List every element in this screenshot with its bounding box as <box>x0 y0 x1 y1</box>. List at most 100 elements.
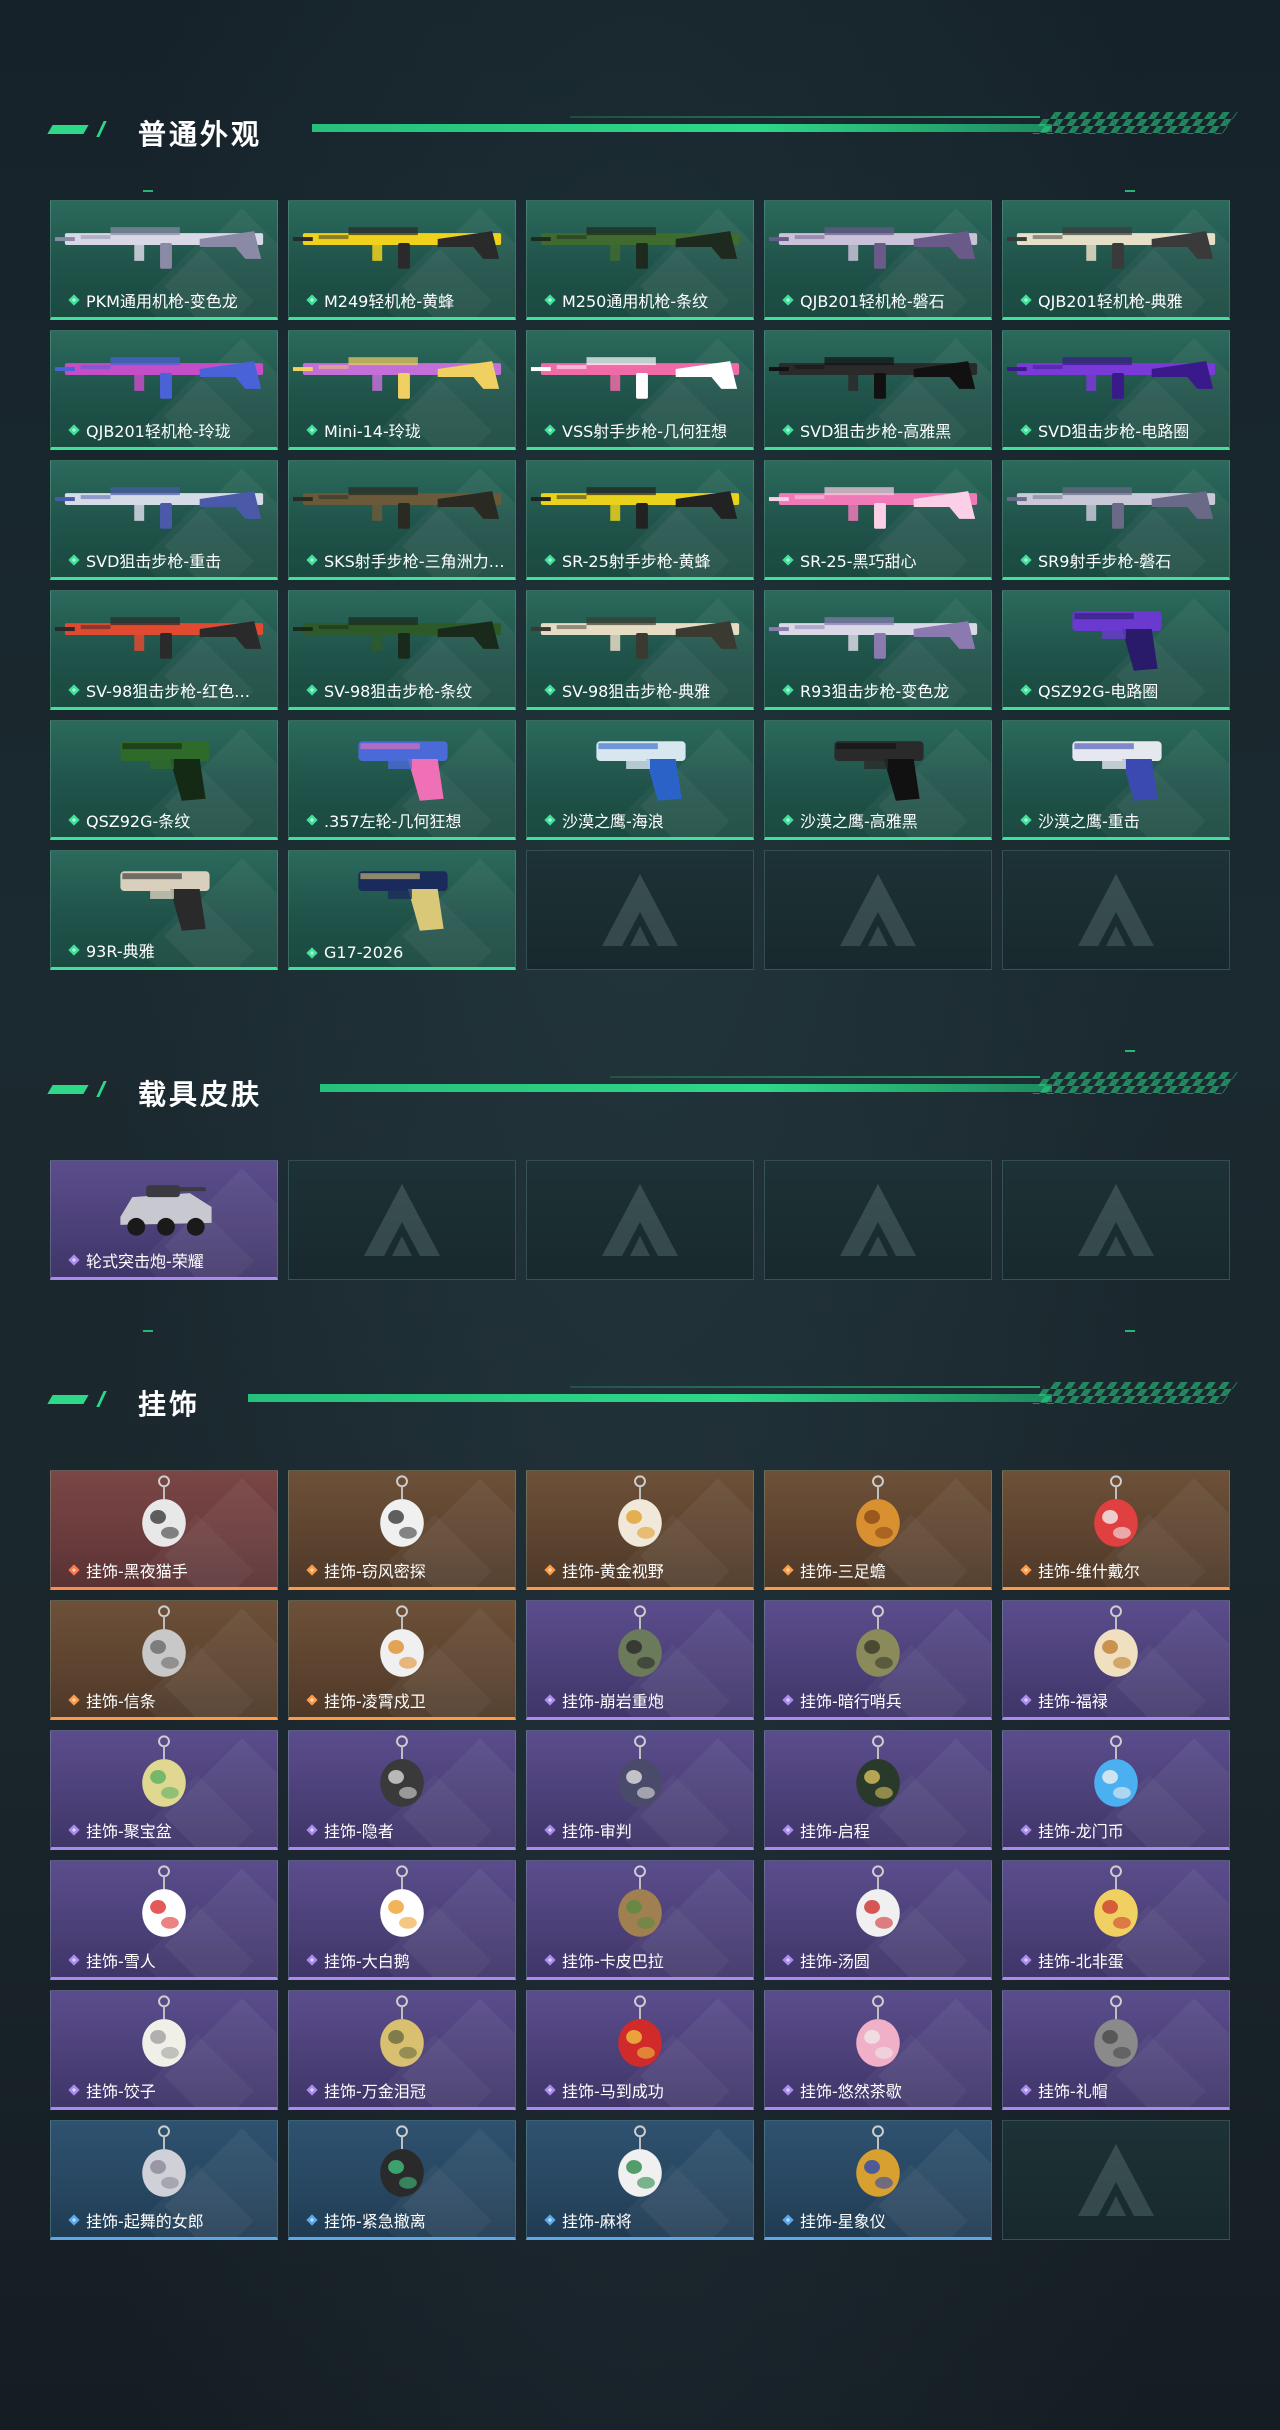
charm-card[interactable]: 挂饰-聚宝盆 <box>50 1730 278 1850</box>
charm-card[interactable]: 挂饰-黄金视野 <box>526 1470 754 1590</box>
rarity-diamond-icon <box>306 1564 318 1576</box>
weapon-card[interactable]: SVD狙击步枪-高雅黑 <box>764 330 992 450</box>
weapon-card[interactable]: PKM通用机枪-变色龙 <box>50 200 278 320</box>
item-name: 挂饰-饺子 <box>86 2082 156 2101</box>
charm-card[interactable]: 挂饰-黑夜猫手 <box>50 1470 278 1590</box>
item-label-row: SVD狙击步枪-重击 <box>67 548 271 572</box>
rarity-diamond-icon <box>68 944 80 956</box>
item-label-row: 挂饰-万金泪冠 <box>305 2078 509 2102</box>
weapon-card[interactable]: 沙漠之鹰-海浪 <box>526 720 754 840</box>
item-name: 沙漠之鹰-高雅黑 <box>800 812 918 831</box>
item-label-row: 挂饰-启程 <box>781 1818 985 1842</box>
weapon-card[interactable]: VSS射手步枪-几何狂想 <box>526 330 754 450</box>
rarity-diamond-icon <box>782 1694 794 1706</box>
weapon-card[interactable]: SR9射手步枪-磐石 <box>1002 460 1230 580</box>
item-artwork <box>380 1865 424 1937</box>
item-artwork <box>142 1865 186 1937</box>
charm-card[interactable]: 挂饰-雪人 <box>50 1860 278 1980</box>
charm-card[interactable]: 挂饰-麻将 <box>526 2120 754 2240</box>
charm-card[interactable]: 挂饰-凌霄戍卫 <box>288 1600 516 1720</box>
item-artwork <box>380 1475 424 1547</box>
weapon-card[interactable]: SR-25射手步枪-黄蜂 <box>526 460 754 580</box>
charm-card[interactable]: 挂饰-马到成功 <box>526 1990 754 2110</box>
charm-card[interactable]: 挂饰-福禄 <box>1002 1600 1230 1720</box>
weapon-card[interactable]: Mini-14-玲珑 <box>288 330 516 450</box>
charm-card[interactable]: 挂饰-紧急撤离 <box>288 2120 516 2240</box>
item-label-row: 轮式突击炮-荣耀 <box>67 1248 271 1272</box>
weapon-card[interactable]: QJB201轻机枪-典雅 <box>1002 200 1230 320</box>
item-name: 挂饰-凌霄戍卫 <box>324 1692 426 1711</box>
weapon-card[interactable]: M249轻机枪-黄蜂 <box>288 200 516 320</box>
charm-card[interactable]: 挂饰-礼帽 <box>1002 1990 1230 2110</box>
charm-card[interactable]: 挂饰-起舞的女郎 <box>50 2120 278 2240</box>
charm-card[interactable]: 挂饰-万金泪冠 <box>288 1990 516 2110</box>
weapon-card[interactable]: QJB201轻机枪-磐石 <box>764 200 992 320</box>
charm-card[interactable]: 挂饰-审判 <box>526 1730 754 1850</box>
weapon-card[interactable]: 沙漠之鹰-高雅黑 <box>764 720 992 840</box>
item-artwork <box>1006 357 1216 399</box>
charm-card[interactable]: 挂饰-汤圆 <box>764 1860 992 1980</box>
vehicle-card[interactable]: 轮式突击炮-荣耀 <box>50 1160 278 1280</box>
item-name: SVD狙击步枪-重击 <box>86 552 222 571</box>
weapon-card[interactable]: G17-2026 <box>288 850 516 970</box>
item-label-row: Mini-14-玲珑 <box>305 418 509 442</box>
weapon-card[interactable]: R93狙击步枪-变色龙 <box>764 590 992 710</box>
weapon-card[interactable]: 沙漠之鹰-重击 <box>1002 720 1230 840</box>
weapon-card[interactable]: SV-98狙击步枪-条纹 <box>288 590 516 710</box>
item-artwork <box>1072 611 1162 671</box>
header-accent-tick <box>96 121 107 137</box>
item-name: 挂饰-三足蟾 <box>800 1562 886 1581</box>
charm-card[interactable]: 挂饰-大白鹅 <box>288 1860 516 1980</box>
header-checker-pattern <box>1032 112 1238 134</box>
weapon-card[interactable]: SKS射手步枪-三角洲力… <box>288 460 516 580</box>
rarity-diamond-icon <box>1020 424 1032 436</box>
item-artwork <box>768 617 978 659</box>
weapon-card[interactable]: QJB201轻机枪-玲珑 <box>50 330 278 450</box>
weapon-card[interactable]: QSZ92G-条纹 <box>50 720 278 840</box>
empty-slot-logo-icon <box>840 1184 916 1256</box>
item-name: 沙漠之鹰-海浪 <box>562 812 664 831</box>
charm-card[interactable]: 挂饰-窃风密探 <box>288 1470 516 1590</box>
weapon-card[interactable]: QSZ92G-电路圈 <box>1002 590 1230 710</box>
charm-card[interactable]: 挂饰-暗行哨兵 <box>764 1600 992 1720</box>
charm-card[interactable]: 挂饰-启程 <box>764 1730 992 1850</box>
charm-card[interactable]: 挂饰-卡皮巴拉 <box>526 1860 754 1980</box>
item-name: 挂饰-卡皮巴拉 <box>562 1952 664 1971</box>
charm-card[interactable]: 挂饰-维什戴尔 <box>1002 1470 1230 1590</box>
weapon-card[interactable]: .357左轮-几何狂想 <box>288 720 516 840</box>
item-label-row: QSZ92G-条纹 <box>67 808 271 832</box>
charm-card[interactable]: 挂饰-信条 <box>50 1600 278 1720</box>
empty-slot <box>526 1160 754 1280</box>
rarity-diamond-icon <box>68 554 80 566</box>
rarity-diamond-icon <box>1020 1694 1032 1706</box>
weapon-card[interactable]: SV-98狙击步枪-红色… <box>50 590 278 710</box>
item-label-row: 挂饰-三足蟾 <box>781 1558 985 1582</box>
rarity-diamond-icon <box>306 1824 318 1836</box>
item-artwork <box>54 357 264 399</box>
charm-card[interactable]: 挂饰-悠然茶歇 <box>764 1990 992 2110</box>
item-artwork <box>768 357 978 399</box>
charm-card[interactable]: 挂饰-饺子 <box>50 1990 278 2110</box>
item-artwork <box>1094 1475 1138 1547</box>
item-label-row: 93R-典雅 <box>67 938 271 962</box>
weapon-card[interactable]: SVD狙击步枪-重击 <box>50 460 278 580</box>
rarity-diamond-icon <box>544 554 556 566</box>
weapon-card[interactable]: 93R-典雅 <box>50 850 278 970</box>
item-label-row: 挂饰-审判 <box>543 1818 747 1842</box>
charm-card[interactable]: 挂饰-三足蟾 <box>764 1470 992 1590</box>
charm-card[interactable]: 挂饰-龙门币 <box>1002 1730 1230 1850</box>
item-label-row: 挂饰-汤圆 <box>781 1948 985 1972</box>
charm-card[interactable]: 挂饰-北非蛋 <box>1002 1860 1230 1980</box>
weapon-card[interactable]: M250通用机枪-条纹 <box>526 200 754 320</box>
rarity-diamond-icon <box>782 2214 794 2226</box>
weapon-card[interactable]: SVD狙击步枪-电路圈 <box>1002 330 1230 450</box>
weapon-card[interactable]: SR-25-黑巧甜心 <box>764 460 992 580</box>
item-artwork <box>834 741 924 801</box>
charm-card[interactable]: 挂饰-星象仪 <box>764 2120 992 2240</box>
weapon-card[interactable]: SV-98狙击步枪-典雅 <box>526 590 754 710</box>
weapon-skin-grid: PKM通用机枪-变色龙 M249轻机枪-黄蜂 M250通用机枪-条纹 QJB201轻机… <box>50 200 1230 970</box>
item-name: 挂饰-黑夜猫手 <box>86 1562 188 1581</box>
charm-card[interactable]: 挂饰-崩岩重炮 <box>526 1600 754 1720</box>
section-title: 载具皮肤 <box>138 1078 263 1111</box>
charm-card[interactable]: 挂饰-隐者 <box>288 1730 516 1850</box>
